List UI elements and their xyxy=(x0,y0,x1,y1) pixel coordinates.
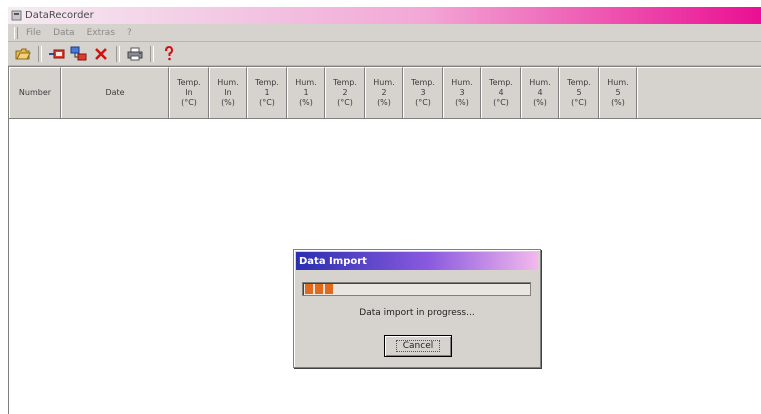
print-icon[interactable] xyxy=(126,45,144,63)
app-icon xyxy=(10,10,22,22)
column-header-number[interactable]: Number xyxy=(9,67,61,118)
menu-bar: File Data Extras ? xyxy=(8,24,761,42)
window-title: DataRecorder xyxy=(25,10,94,21)
column-header-temp-1[interactable]: Temp. 1 (°C) xyxy=(247,67,287,118)
toolbar-separator xyxy=(38,45,42,62)
progress-block xyxy=(325,284,333,294)
toolbar-separator xyxy=(116,45,120,62)
column-header-hum-4[interactable]: Hum. 4 (%) xyxy=(521,67,559,118)
menu-file[interactable]: File xyxy=(26,28,41,38)
column-header-temp-in[interactable]: Temp. In (°C) xyxy=(169,67,209,118)
toolbar xyxy=(8,42,761,66)
dialog-message: Data import in progress... xyxy=(359,308,475,318)
toolbar-separator xyxy=(150,45,154,62)
column-header-empty xyxy=(637,67,761,118)
help-icon[interactable] xyxy=(160,45,178,63)
dialog-title: Data Import xyxy=(299,255,367,267)
column-header-hum-1[interactable]: Hum. 1 (%) xyxy=(287,67,325,118)
column-header-hum-2[interactable]: Hum. 2 (%) xyxy=(365,67,403,118)
import-progress-bar xyxy=(302,282,531,296)
column-header-temp-3[interactable]: Temp. 3 (°C) xyxy=(403,67,443,118)
open-folder-icon[interactable] xyxy=(14,45,32,63)
menu-help[interactable]: ? xyxy=(127,28,132,38)
progress-block xyxy=(315,284,323,294)
column-header-hum-5[interactable]: Hum. 5 (%) xyxy=(599,67,637,118)
connect-device-icon[interactable] xyxy=(48,45,66,63)
menu-extras[interactable]: Extras xyxy=(87,28,115,38)
column-header-temp-4[interactable]: Temp. 4 (°C) xyxy=(481,67,521,118)
app-window: DataRecorder File Data Extras ? Number D… xyxy=(8,7,761,414)
column-header-hum-3[interactable]: Hum. 3 (%) xyxy=(443,67,481,118)
data-import-dialog: Data Import Data import in progress... C… xyxy=(293,249,541,368)
menu-data[interactable]: Data xyxy=(53,28,75,38)
delete-icon[interactable] xyxy=(92,45,110,63)
dialog-title-bar[interactable]: Data Import xyxy=(296,252,538,270)
network-icon[interactable] xyxy=(70,45,88,63)
column-header-temp-5[interactable]: Temp. 5 (°C) xyxy=(559,67,599,118)
column-header-hum-in[interactable]: Hum. In (%) xyxy=(209,67,247,118)
menubar-grip xyxy=(14,26,18,39)
column-header-temp-2[interactable]: Temp. 2 (°C) xyxy=(325,67,365,118)
title-bar[interactable]: DataRecorder xyxy=(8,7,761,24)
progress-block xyxy=(305,284,313,294)
cancel-button-label: Cancel xyxy=(395,340,441,352)
column-header-date[interactable]: Date xyxy=(61,67,169,118)
cancel-button[interactable]: Cancel xyxy=(384,335,452,357)
grid-header: Number Date Temp. In (°C) Hum. In (%) Te… xyxy=(9,67,761,119)
